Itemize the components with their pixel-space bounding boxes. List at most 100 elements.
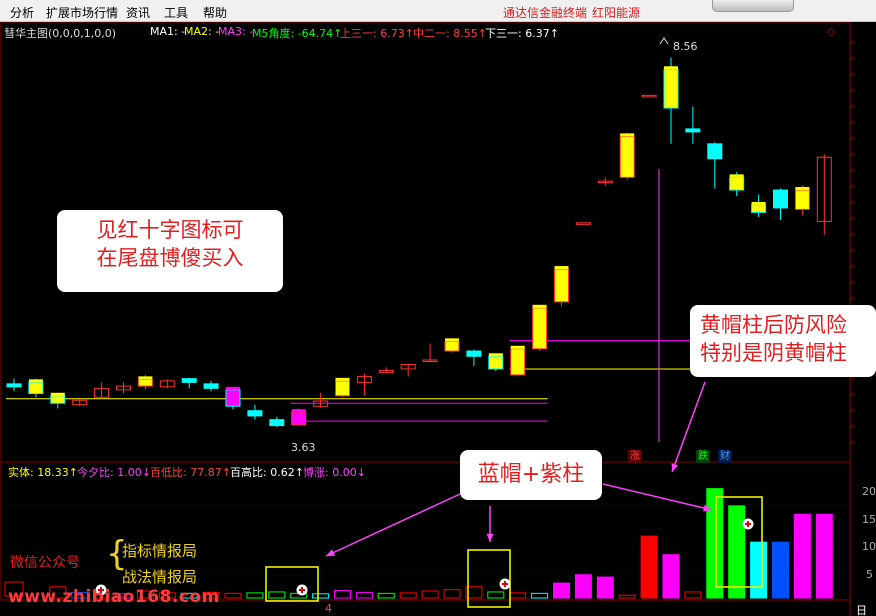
red-cross-line-1: 见红十字图标可: [96, 218, 244, 242]
candle-body: [6, 383, 22, 388]
high-price-label: 8.56: [673, 40, 698, 53]
up3-readout: 上三一: 6.73↑: [340, 27, 414, 40]
candle-cap: [445, 338, 459, 342]
candle-body: [291, 411, 307, 426]
candle-cap: [226, 386, 240, 390]
arrow-head: [671, 463, 679, 472]
sub-bar: [487, 591, 505, 599]
menu-help[interactable]: 帮助: [203, 4, 227, 21]
sub-bar: [574, 574, 592, 599]
diamond-icon[interactable]: ◇: [827, 25, 835, 38]
sub-bar: [421, 590, 439, 599]
candle-cap: [488, 353, 503, 357]
blue-cap-text: 蓝帽+紫柱: [477, 462, 585, 487]
sub-bar: [531, 592, 549, 599]
window-control-handle[interactable]: [712, 0, 794, 12]
candle-body: [532, 307, 548, 350]
sub-bar: [772, 541, 789, 599]
candle-body: [225, 389, 241, 407]
sub-bar: [509, 592, 527, 599]
body-readout: 实体: 18.33↑: [8, 466, 78, 479]
candle-cap: [532, 304, 547, 308]
candle-body: [510, 348, 526, 376]
sub-bar: [640, 535, 658, 599]
candle-body: [28, 381, 44, 395]
sub-bar: [399, 592, 417, 599]
wechat-label: 微信公众号: [10, 555, 80, 571]
sub-bar: [246, 592, 264, 599]
menu-bar: 分析 扩展市场行情 资讯 工具 帮助 通达信金融终端 红阳能源: [0, 0, 876, 22]
sub-bar: [224, 592, 242, 599]
candle-cap: [620, 133, 635, 137]
sub-bar: [268, 591, 286, 599]
stock-name: 红阳能源: [592, 6, 641, 20]
blue-cap-callout: 蓝帽+紫柱: [460, 450, 602, 500]
candle-body: [335, 380, 350, 397]
watermark-url: www.zhibiao168.com: [8, 587, 220, 607]
bozhang-readout: 博涨: 0.00↓: [303, 466, 366, 479]
annotation-arrow: [602, 483, 713, 511]
chart-area[interactable]: 彗华主图(0,0,0,1,0,0) MA1: - MA2: - MA3: - M…: [0, 22, 876, 616]
red-cross-line-2: 在尾盘博傻买入: [96, 246, 244, 270]
sub-bar: [728, 505, 746, 599]
candle-body: [466, 350, 482, 357]
candle-body: [619, 135, 635, 178]
sub-bar: [355, 591, 373, 599]
sub-bar: [662, 554, 680, 599]
candle-cap: [138, 376, 153, 380]
main-indicator-name: 彗华主图(0,0,0,1,0,0): [4, 27, 117, 40]
ma2-readout: MA2: -: [184, 25, 220, 38]
candle-body: [751, 204, 767, 213]
candle-body: [181, 378, 197, 383]
candle-cap: [28, 379, 43, 383]
ma3-readout: MA3: -: [218, 25, 254, 38]
yellow-cap-callout: 黄帽柱后防风险 特别是阴黄帽柱: [690, 305, 876, 377]
axis-num-5: 5: [866, 568, 873, 581]
highlight-frame: [265, 566, 319, 602]
zhang-tag: 涨: [628, 450, 642, 463]
candle-body: [773, 189, 788, 209]
candle-body: [247, 410, 263, 417]
high-marker: [659, 37, 669, 45]
candle-cap: [510, 345, 525, 349]
m5-angle-readout: M5角度: -64.74↑: [252, 27, 343, 40]
menu-tools[interactable]: 工具: [164, 4, 188, 21]
candle-body: [203, 383, 219, 389]
sub-bar: [334, 590, 351, 599]
today-ratio-readout: 今夕比: 1.00↓: [77, 466, 151, 479]
candle-body: [50, 395, 66, 404]
annotation-arrow: [325, 493, 461, 557]
die-tag: 跌: [696, 450, 710, 463]
candle-body: [137, 378, 153, 387]
period-label[interactable]: 日: [856, 602, 867, 616]
candle-cap: [291, 409, 306, 413]
sub-bar: [750, 541, 768, 599]
axis-num-20: 20: [862, 485, 876, 498]
axis-num-15: 15: [862, 513, 876, 526]
arrow-head: [486, 533, 494, 542]
bottom-axis-marker: 4: [325, 602, 332, 615]
candle-cap: [751, 201, 766, 205]
candle-body: [641, 94, 657, 98]
sub-bar: [793, 513, 811, 599]
sub-bar: [312, 593, 330, 599]
yellow-cap-line-1: 黄帽柱后防风险: [700, 313, 847, 337]
candle-body: [685, 128, 701, 133]
candle-body: [794, 189, 810, 210]
channel-2: 战法情报局: [122, 568, 198, 586]
menu-extended-market[interactable]: 扩展市场行情: [46, 4, 118, 21]
candle-body: [729, 176, 745, 191]
sub-bar: [377, 592, 395, 599]
sub-bar: [618, 594, 636, 599]
axis-num-10: 10: [862, 540, 876, 553]
red-cross-callout: 见红十字图标可 在尾盘博傻买入: [57, 210, 283, 292]
low-price-label: 3.63: [291, 441, 316, 454]
candle-cap: [729, 174, 744, 178]
menu-news[interactable]: 资讯: [126, 4, 150, 21]
candle-cap: [795, 187, 810, 191]
candle-body: [575, 222, 591, 225]
hundred-low-readout: 百低比: 77.87↑: [150, 466, 231, 479]
channel-1: 指标情报局: [122, 542, 198, 560]
candle-cap: [554, 266, 569, 270]
menu-analysis[interactable]: 分析: [10, 4, 34, 21]
